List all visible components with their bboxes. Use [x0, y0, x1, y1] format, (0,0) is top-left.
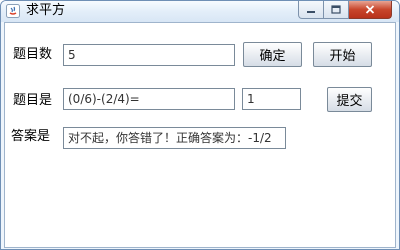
submit-button[interactable]: 提交: [327, 87, 372, 112]
window-controls: [298, 1, 392, 19]
start-button[interactable]: 开始: [313, 42, 372, 67]
maximize-icon: [331, 5, 341, 14]
close-button[interactable]: [349, 1, 392, 19]
question-label: 题目是: [13, 93, 53, 108]
minimize-icon: [307, 10, 315, 13]
result-field[interactable]: 对不起，你答错了！正确答案为：-1/2: [63, 127, 286, 149]
close-icon: [365, 5, 375, 14]
question-field[interactable]: (0/6)-(2/4)=: [63, 88, 235, 110]
minimize-button[interactable]: [298, 1, 324, 19]
app-window: 求平方 题目数 5 确定 开始 题目是 (0/6)-(2/4)= 1 提交 答案…: [0, 0, 400, 250]
java-app-icon: [6, 4, 20, 18]
count-label: 题目数: [13, 47, 53, 62]
form-panel: 题目数 5 确定 开始 题目是 (0/6)-(2/4)= 1 提交 答案是 对不…: [4, 22, 396, 248]
maximize-button[interactable]: [324, 1, 349, 19]
confirm-button[interactable]: 确定: [243, 42, 302, 67]
answer-input[interactable]: 1: [242, 88, 301, 110]
window-title: 求平方: [26, 3, 66, 18]
result-label: 答案是: [11, 129, 51, 144]
count-input[interactable]: 5: [63, 44, 235, 66]
title-bar[interactable]: 求平方: [1, 1, 399, 22]
